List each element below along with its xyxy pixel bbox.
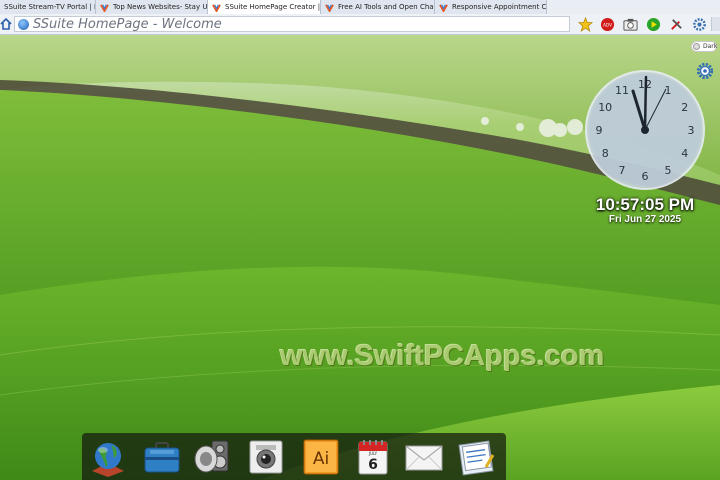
screenshot-button[interactable]: [622, 16, 638, 32]
clock-number: 11: [615, 84, 629, 97]
settings-icon: [692, 17, 706, 31]
bookmark-button[interactable]: [577, 16, 593, 32]
ssuite-favicon-icon: [325, 3, 334, 12]
toggle-knob: [693, 43, 700, 50]
calendar-day: 6: [368, 457, 378, 473]
star-icon: [577, 16, 593, 32]
tools-button[interactable]: [668, 16, 684, 32]
tab-bar: SSuite Stream-TV Portal | Ho Top News We…: [0, 0, 720, 15]
tab-label: Top News Websites- Stay Upd: [113, 3, 208, 11]
tab-stream-tv[interactable]: SSuite Stream-TV Portal | Ho: [0, 0, 96, 14]
clock-number: 8: [602, 147, 609, 160]
dark-mode-toggle[interactable]: Dark: [691, 41, 717, 52]
adblock-button[interactable]: ADV: [599, 16, 615, 32]
ai-label: Ai: [313, 449, 329, 469]
play-button[interactable]: [645, 16, 661, 32]
briefcase-icon[interactable]: [142, 437, 182, 477]
address-text: SSuite HomePage - Welcome: [33, 17, 222, 32]
settings-button[interactable]: [691, 16, 707, 32]
ssuite-favicon-icon: [439, 3, 448, 12]
desktop-area: Dark 121234567891011 10:57:05 PM Fri Jun…: [0, 35, 720, 480]
illustrator-icon[interactable]: Ai: [301, 437, 341, 477]
tab-label: SSuite HomePage Creator | Cr: [225, 3, 321, 11]
globe-icon[interactable]: [88, 437, 128, 477]
speaker-icon[interactable]: [192, 437, 232, 477]
address-input[interactable]: SSuite HomePage - Welcome: [14, 16, 570, 32]
clock-number: 6: [642, 170, 649, 183]
analog-clock: 121234567891011: [585, 70, 705, 190]
clock-number: 5: [665, 164, 672, 177]
calendar-icon[interactable]: JULY 6: [353, 437, 393, 477]
calendar-month: JULY: [368, 451, 378, 456]
minute-hand: [643, 75, 648, 132]
svg-text:ADV: ADV: [603, 22, 612, 27]
clock-number: 9: [596, 124, 603, 137]
tools-icon: [670, 18, 682, 30]
tab-label: Responsive Appointment Cale: [452, 3, 547, 11]
toolbar-overflow[interactable]: [711, 17, 720, 31]
watermark-text: www.SwiftPCApps.com: [280, 340, 605, 372]
clock-number: 3: [688, 124, 695, 137]
screenshot-icon: [622, 18, 638, 31]
tab-top-news[interactable]: Top News Websites- Stay Upd: [96, 0, 208, 14]
tab-appointment-calendar[interactable]: Responsive Appointment Cale: [435, 0, 547, 14]
camera-icon[interactable]: [246, 437, 286, 477]
mail-icon[interactable]: [404, 437, 444, 477]
clock-number: 2: [681, 101, 688, 114]
notes-icon[interactable]: [456, 437, 496, 477]
ssuite-favicon-icon: [100, 3, 109, 12]
tab-free-ai-tools[interactable]: Free AI Tools and Open Chat P: [321, 0, 435, 14]
clock-number: 4: [681, 147, 688, 160]
clock-number: 7: [619, 164, 626, 177]
play-icon: [646, 17, 660, 31]
tab-homepage-creator[interactable]: SSuite HomePage Creator | Cr: [208, 0, 321, 14]
globe-icon: [18, 19, 29, 30]
tab-label: SSuite Stream-TV Portal | Ho: [4, 3, 96, 11]
adblock-icon: ADV: [600, 17, 614, 31]
ssuite-favicon-icon: [212, 3, 221, 12]
tab-label: Free AI Tools and Open Chat P: [338, 3, 435, 11]
dark-mode-label: Dark: [703, 43, 718, 50]
home-icon[interactable]: [0, 17, 12, 31]
digital-date: Fri Jun 27 2025: [608, 214, 682, 225]
clock-number: 10: [598, 101, 612, 114]
address-bar: SSuite HomePage - Welcome ADV: [0, 14, 720, 35]
digital-time: 10:57:05 PM: [595, 195, 695, 214]
